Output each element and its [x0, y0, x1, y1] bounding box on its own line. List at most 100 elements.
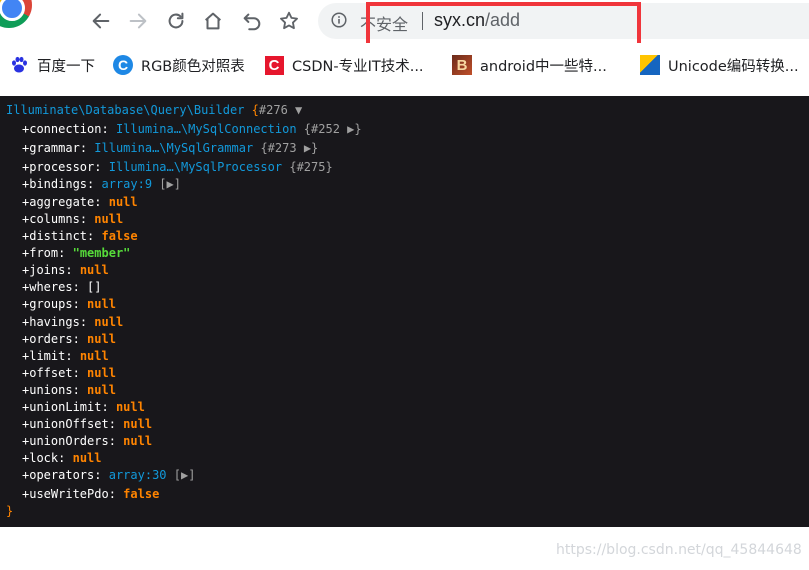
dump-property-row: +columns: null	[22, 211, 123, 228]
property-separator: :	[79, 212, 95, 226]
property-value: null	[108, 195, 138, 209]
reload-icon	[168, 12, 184, 29]
property-separator: :	[72, 383, 88, 397]
property-key: columns	[29, 212, 80, 226]
property-value: null	[94, 212, 124, 226]
property-value: Illumina…\MySqlProcessor	[108, 160, 283, 174]
collapse-toggle-icon[interactable]: ▼	[295, 103, 302, 117]
property-key: operators	[29, 468, 95, 482]
dump-brace-close: }	[6, 504, 14, 518]
info-icon[interactable]	[331, 12, 347, 28]
dump-brace-open: {	[251, 103, 259, 117]
property-key: unionLimit	[29, 400, 102, 414]
arrow-left-icon	[92, 13, 110, 29]
property-value: []	[87, 280, 102, 294]
expand-toggle-icon[interactable]: ▶}	[347, 122, 361, 136]
property-key: wheres	[29, 280, 73, 294]
property-value: null	[87, 383, 116, 397]
property-key: unions	[29, 383, 73, 397]
property-separator: :	[87, 177, 102, 191]
property-separator: :	[65, 349, 80, 363]
property-separator: :	[108, 487, 124, 501]
dump-property-row: +joins: null	[22, 262, 109, 279]
object-ref[interactable]: {#273	[260, 141, 296, 155]
property-value: null	[94, 315, 124, 329]
bookmark-label: Unicode编码转换...	[668, 58, 799, 75]
android-b-icon: B	[452, 55, 472, 75]
dump-header: Illuminate\Database\Query\Builder {#276 …	[6, 102, 302, 119]
property-key: grammar	[29, 141, 80, 155]
property-key: from	[29, 246, 59, 260]
property-key: processor	[29, 160, 95, 174]
property-key: groups	[29, 297, 73, 311]
property-key: joins	[29, 263, 66, 277]
bookmark-label: RGB颜色对照表	[141, 58, 245, 75]
object-ref[interactable]: {#252	[304, 122, 340, 136]
property-separator: :	[79, 141, 95, 155]
baidu-paw-icon	[9, 55, 29, 75]
property-separator: :	[108, 434, 124, 448]
dump-object-ref[interactable]: #276	[259, 103, 288, 117]
back-button[interactable]	[88, 8, 114, 34]
reload-button[interactable]	[163, 8, 189, 34]
dump-class-name: Illuminate\Database\Query\Builder	[6, 103, 245, 117]
property-separator: :	[79, 315, 95, 329]
bookmark-android[interactable]: B android中一些特...	[452, 54, 607, 76]
property-separator: :	[72, 332, 88, 346]
bookmark-rgb[interactable]: C RGB颜色对照表	[113, 54, 245, 76]
undo-button[interactable]	[239, 8, 265, 34]
dump-footer: }	[6, 503, 13, 520]
dump-property-row: +unionOrders: null	[22, 433, 152, 450]
dump-property-row: +connection: Illumina…\MySqlConnection {…	[22, 121, 362, 138]
bookmark-unicode[interactable]: Unicode编码转换...	[640, 54, 799, 76]
dump-property-row: +lock: null	[22, 450, 102, 467]
object-ref[interactable]: {#275}	[289, 160, 332, 174]
bookmark-label: android中一些特...	[480, 58, 607, 75]
undo-icon	[243, 13, 261, 31]
property-value: null	[123, 417, 153, 431]
forward-button[interactable]	[125, 8, 151, 34]
property-key: lock	[29, 451, 59, 465]
property-key: unionOffset	[29, 417, 109, 431]
dump-property-row: +distinct: false	[22, 228, 138, 245]
bookmark-label: 百度一下	[37, 58, 95, 75]
dump-property-row: +offset: null	[22, 365, 116, 382]
property-value: array:30	[108, 468, 167, 482]
property-value: null	[79, 349, 109, 363]
property-separator: :	[72, 280, 88, 294]
property-value: "member"	[72, 246, 131, 260]
rgb-c-icon: C	[113, 55, 133, 75]
home-button[interactable]	[200, 8, 226, 34]
bookmark-baidu[interactable]: 百度一下	[9, 54, 95, 76]
property-value: null	[123, 434, 153, 448]
property-value: false	[101, 229, 138, 243]
csdn-icon: C	[264, 55, 284, 75]
dump-property-row: +processor: Illumina…\MySqlProcessor {#2…	[22, 159, 333, 176]
property-separator: :	[101, 122, 116, 136]
property-separator: :	[58, 246, 73, 260]
arrow-right-icon	[129, 13, 147, 29]
property-key: limit	[29, 349, 66, 363]
dump-property-row: +orders: null	[22, 331, 116, 348]
dump-property-row: +limit: null	[22, 348, 109, 365]
bookmark-star-button[interactable]	[276, 8, 302, 34]
property-separator: :	[58, 451, 73, 465]
property-separator: :	[94, 468, 109, 482]
property-value: null	[87, 332, 116, 346]
property-key: useWritePdo	[29, 487, 109, 501]
property-separator: :	[72, 297, 88, 311]
var-dump-panel: Illuminate\Database\Query\Builder {#276 …	[0, 96, 809, 527]
dump-property-row: +unionOffset: null	[22, 416, 152, 433]
expand-toggle-icon[interactable]: [▶]	[159, 177, 181, 191]
expand-toggle-icon[interactable]: [▶]	[174, 468, 196, 482]
property-separator: :	[87, 229, 102, 243]
bookmarks-bar: 百度一下 C RGB颜色对照表 C CSDN-专业IT技术... B andro…	[0, 43, 809, 87]
star-icon	[280, 11, 298, 30]
property-value: null	[72, 451, 102, 465]
dump-property-row: +from: "member"	[22, 245, 130, 262]
dump-property-row: +grammar: Illumina…\MySqlGrammar {#273 ▶…	[22, 140, 318, 157]
unicode-flag-icon	[640, 55, 660, 75]
expand-toggle-icon[interactable]: ▶}	[304, 141, 318, 155]
bookmark-csdn[interactable]: C CSDN-专业IT技术...	[264, 54, 424, 76]
property-key: orders	[29, 332, 73, 346]
